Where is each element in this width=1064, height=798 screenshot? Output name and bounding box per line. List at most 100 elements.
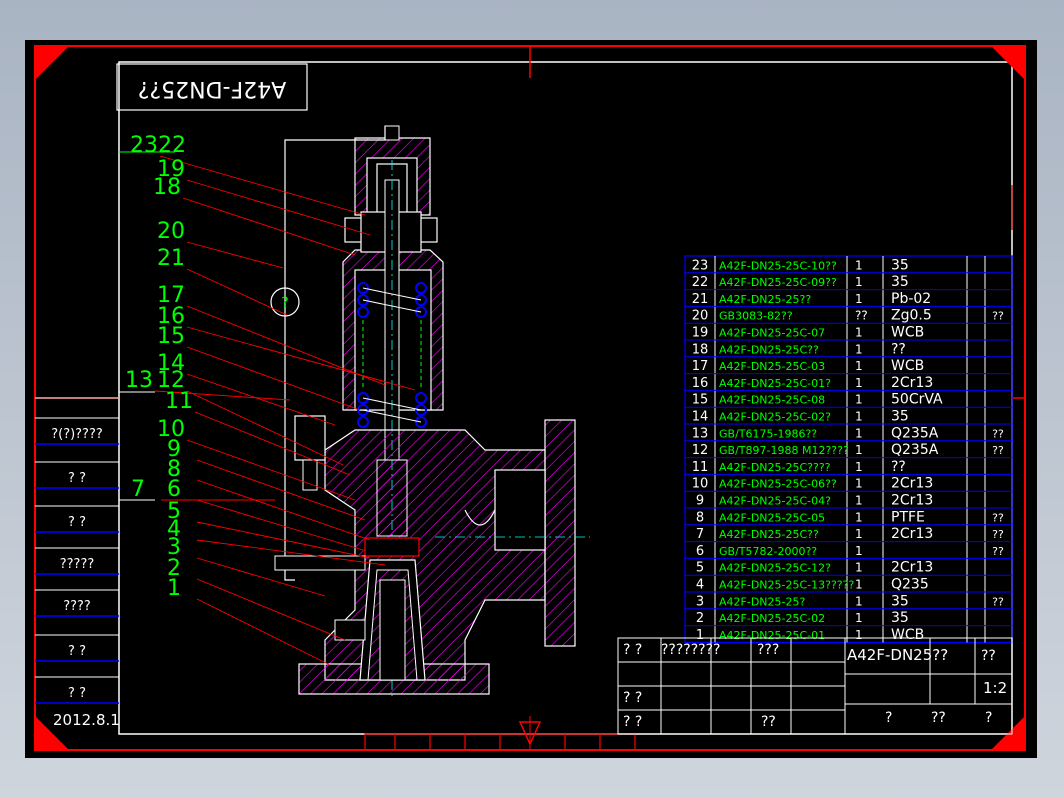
parts-cell-mat: 35: [891, 593, 909, 609]
parts-cell-mat: 35: [891, 610, 909, 626]
leader-label: 1: [167, 576, 181, 601]
parts-cell-no: 12: [692, 443, 709, 458]
parts-cell-code: A42F-DN25-25C-02?: [719, 411, 831, 424]
parts-cell-mat: PTFE: [891, 509, 925, 525]
parts-cell-qty: 1: [855, 510, 863, 524]
tb-row3-b: ??: [761, 714, 776, 730]
tb-row3-a: ? ?: [623, 714, 642, 730]
parts-cell-no: 3: [696, 594, 704, 609]
parts-cell-no: 21: [692, 292, 709, 307]
parts-cell-note: ??: [992, 444, 1004, 457]
parts-cell-note: ??: [992, 595, 1004, 608]
parts-table-row: 9 A42F-DN25-25C-04? 1 2Cr13: [696, 493, 933, 509]
parts-table-row: 8 A42F-DN25-25C-05 1 PTFE??: [696, 509, 1004, 525]
parts-cell-qty: 1: [855, 275, 863, 289]
parts-cell-no: 11: [692, 460, 709, 475]
tb-cell-3: ???: [757, 642, 779, 658]
parts-cell-no: 19: [692, 326, 709, 341]
parts-cell-qty: 1: [855, 426, 863, 440]
cad-drawing-canvas: A42F-DN25?? ?(?)????? ?? ??????????? ?? …: [25, 40, 1037, 758]
parts-table-row: 22 A42F-DN25-25C-09?? 1 35: [692, 274, 909, 290]
parts-cell-mat: WCB: [891, 358, 924, 374]
parts-cell-no: 10: [692, 477, 709, 492]
parts-cell-mat: ??: [891, 341, 906, 357]
parts-cell-qty: 1: [855, 376, 863, 390]
parts-table-row: 2 A42F-DN25-25C-02 1 35: [696, 610, 909, 626]
parts-table-row: 13 GB/T6175-1986?? 1 Q235A??: [692, 425, 1004, 441]
parts-table-row: 21 A42F-DN25-25?? 1 Pb-02: [692, 291, 931, 307]
parts-cell-qty: 1: [855, 527, 863, 541]
parts-cell-code: GB/T6175-1986??: [719, 427, 817, 440]
tb-name-qualifier: ??: [981, 648, 996, 664]
parts-cell-note: ??: [992, 310, 1004, 323]
tb-footer-2: ??: [931, 710, 946, 726]
date-label: 2012.8.1: [53, 711, 120, 729]
parts-cell-code: A42F-DN25-25C-09??: [719, 276, 837, 289]
parts-cell-code: A42F-DN25-25C????: [719, 461, 831, 474]
parts-cell-mat: 35: [891, 257, 909, 273]
parts-table-row: 1 A42F-DN25-25C-01 1 WCB: [696, 627, 924, 643]
parts-cell-no: 23: [692, 258, 709, 273]
parts-cell-mat: ??: [891, 459, 906, 475]
leader-label: 7: [131, 477, 145, 502]
parts-cell-no: 13: [692, 426, 709, 441]
parts-cell-mat: Zg0.5: [891, 308, 932, 324]
parts-cell-no: 7: [696, 527, 704, 542]
parts-table: 23 A42F-DN25-25C-10?? 1 35 22 A42F-DN25-25C-0…: [684, 255, 1013, 643]
parts-cell-no: 18: [692, 342, 709, 357]
corner-mark-tl: [35, 46, 69, 80]
parts-cell-code: A42F-DN25-25C-10??: [719, 259, 837, 272]
parts-table-row: 3 A42F-DN25-25? 1 35??: [696, 593, 1004, 609]
parts-table-row: 11 A42F-DN25-25C???? 1??: [692, 459, 906, 475]
parts-cell-mat: 2Cr13: [891, 560, 933, 576]
parts-cell-no: 20: [692, 309, 709, 324]
parts-cell-code: A42F-DN25-25C-04?: [719, 495, 831, 508]
parts-cell-qty: 1: [855, 410, 863, 424]
parts-table-row: 14 A42F-DN25-25C-02? 1 35: [692, 409, 909, 425]
parts-table-row: 23 A42F-DN25-25C-10?? 1 35: [692, 257, 909, 273]
parts-cell-no: 17: [692, 359, 709, 374]
parts-cell-mat: WCB: [891, 627, 924, 643]
parts-table-row: 17 A42F-DN25-25C-03 1 WCB: [692, 358, 925, 374]
tb-footer-3: ?: [985, 710, 992, 726]
parts-cell-qty: 1: [855, 594, 863, 608]
side-stamp-label: ? ?: [68, 686, 86, 701]
leader-label: 20: [157, 219, 185, 244]
parts-cell-qty: 1: [855, 292, 863, 306]
parts-cell-note: ??: [992, 511, 1004, 524]
parts-table-row: 19 A42F-DN25-25C-07 1 WCB: [692, 325, 925, 341]
parts-cell-qty: 1: [855, 494, 863, 508]
parts-cell-qty: 1: [855, 477, 863, 491]
leader-label: 13: [125, 368, 153, 393]
parts-cell-no: 14: [692, 410, 709, 425]
parts-cell-code: A42F-DN25-25C-12?: [719, 562, 831, 575]
parts-cell-code: A42F-DN25-25C-13?????: [719, 579, 854, 592]
parts-cell-mat: 2Cr13: [891, 526, 933, 542]
parts-cell-no: 22: [692, 275, 709, 290]
side-stamp-label: ?(?)????: [51, 427, 103, 442]
corner-mark-tr: [991, 46, 1025, 80]
parts-cell-code: A42F-DN25-25C-06??: [719, 478, 837, 491]
parts-cell-mat: 2Cr13: [891, 476, 933, 492]
parts-cell-qty: 1: [855, 544, 863, 558]
parts-cell-mat: Q235: [891, 577, 929, 593]
parts-cell-no: 4: [696, 578, 704, 593]
parts-cell-code: A42F-DN25-25C-01?: [719, 377, 831, 390]
parts-cell-code: GB/T897-1988 M12????: [719, 444, 849, 457]
parts-cell-mat: 2Cr13: [891, 375, 933, 391]
side-stamp-column: ?(?)???? ? ? ? ?????????? ? ? ? ?: [35, 397, 119, 704]
parts-cell-code: A42F-DN25-25?: [719, 595, 805, 608]
leader-label: 21: [157, 246, 185, 271]
parts-table-row: 15 A42F-DN25-25C-08 1 50CrVA: [692, 392, 943, 408]
parts-cell-no: 9: [696, 494, 704, 509]
parts-table-row: 20 GB3083-82???? Zg0.5??: [692, 308, 1004, 324]
side-stamp-label: ? ?: [68, 471, 86, 486]
parts-table-row: 5 A42F-DN25-25C-12? 1 2Cr13: [696, 560, 933, 576]
leader-label: 11: [165, 389, 193, 414]
parts-cell-code: A42F-DN25-25C-01: [719, 629, 825, 642]
parts-cell-qty: ??: [855, 309, 868, 323]
bottom-zone-marks: [364, 733, 636, 751]
parts-cell-code: A42F-DN25-25C-07: [719, 327, 825, 340]
parts-cell-note: ??: [992, 427, 1004, 440]
valve-body: ?: [270, 125, 590, 700]
